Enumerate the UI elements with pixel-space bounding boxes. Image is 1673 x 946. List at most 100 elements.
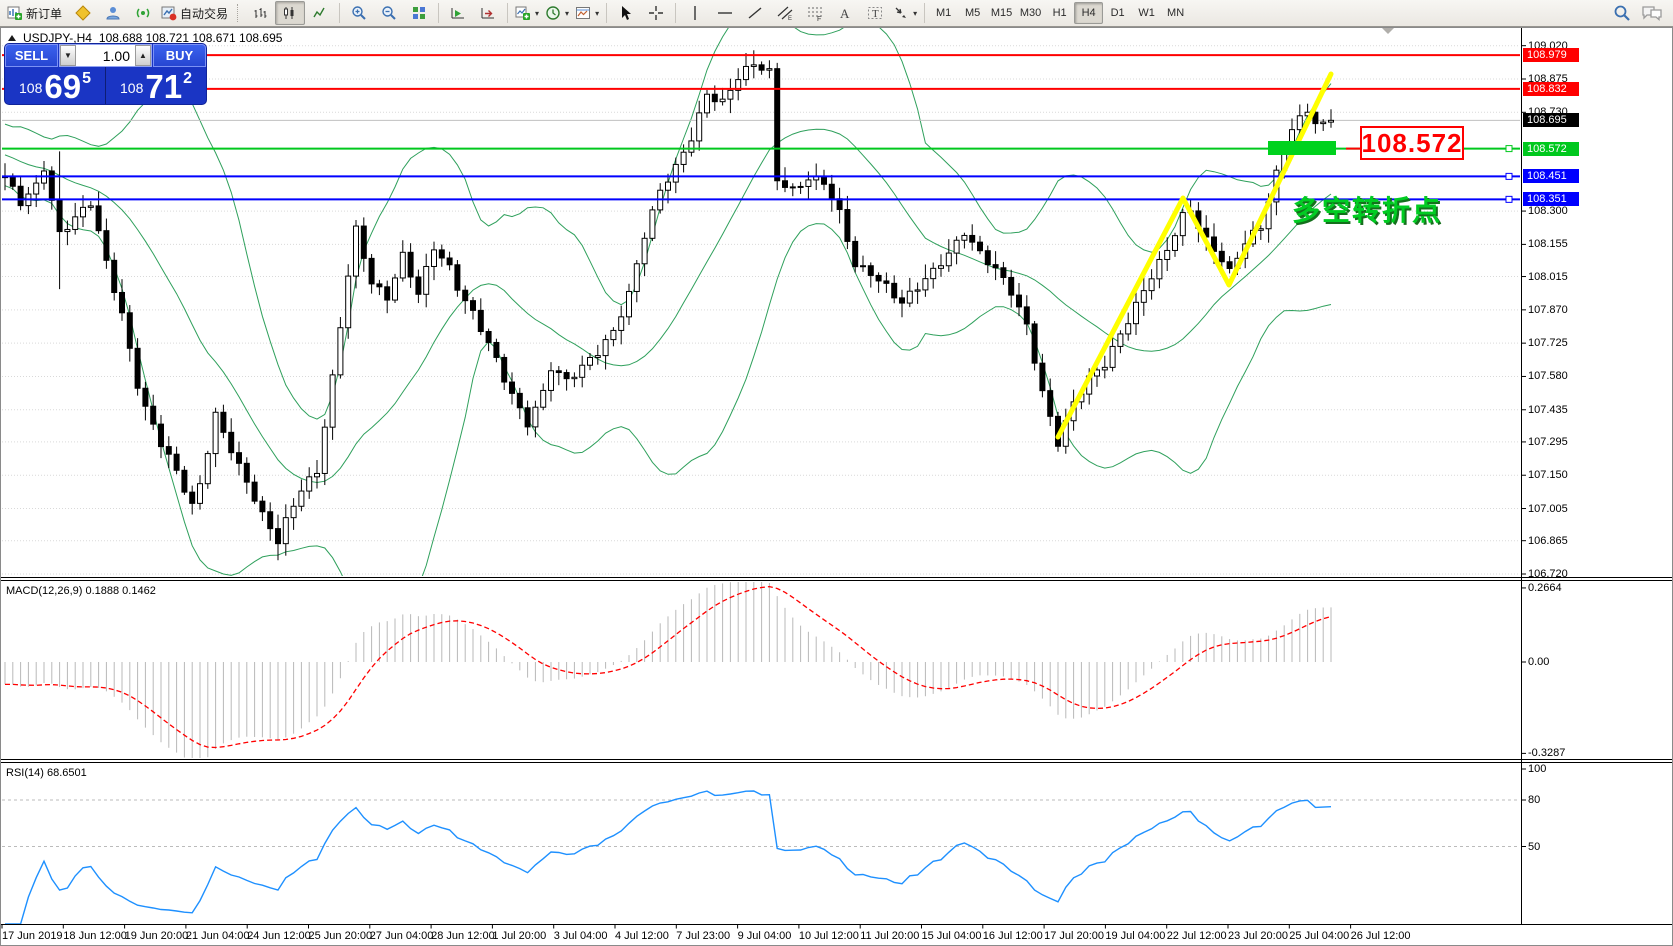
crosshair-button[interactable] (641, 1, 671, 25)
candle (81, 207, 86, 216)
candle (73, 217, 78, 230)
timeframe-m1[interactable]: M1 (929, 2, 958, 24)
timeframe-h1[interactable]: H1 (1045, 2, 1074, 24)
text-button[interactable]: A (830, 1, 860, 25)
metaeditor-button[interactable] (68, 1, 98, 25)
buy-button[interactable]: BUY (153, 44, 206, 67)
volume-increase-button[interactable]: ▲ (135, 45, 151, 66)
toolbar-separator (507, 3, 508, 23)
candle (627, 291, 632, 316)
signals-button[interactable] (128, 1, 158, 25)
dock-arrow-icon[interactable] (1382, 28, 1394, 34)
candle (666, 182, 671, 190)
periods-button[interactable]: ▾ (542, 1, 572, 25)
candle (1048, 391, 1053, 417)
price-label-box[interactable]: 108.572 (1360, 126, 1464, 160)
arrows-button[interactable]: ▾ (890, 1, 920, 25)
sell-price[interactable]: 108 69 5 (5, 67, 105, 104)
volume-input[interactable]: 1.00 (76, 45, 135, 66)
ohlc-values: 108.688 108.721 108.671 108.695 (99, 31, 283, 45)
timeframe-d1[interactable]: D1 (1103, 2, 1132, 24)
toolbar: 新订单 自动交易 ▾ ▾ (0, 0, 1673, 27)
one-click-expander-icon[interactable] (8, 35, 16, 41)
equidistant-channel-icon: E (777, 5, 793, 21)
candle (135, 348, 140, 388)
turning-point-text[interactable]: 多空转折点 (1292, 189, 1442, 229)
equidistant-channel-button[interactable]: E (770, 1, 800, 25)
search-icon[interactable] (1613, 4, 1631, 22)
chat-icon[interactable] (1641, 4, 1663, 22)
candle (252, 482, 257, 501)
candle (946, 253, 951, 266)
text-icon: A (837, 5, 853, 21)
volume-decrease-button[interactable]: ▼ (60, 45, 76, 66)
candle (439, 250, 444, 258)
candle (34, 183, 39, 194)
chart-shift-button[interactable] (473, 1, 503, 25)
candle (127, 313, 132, 349)
candle (408, 252, 413, 277)
candle (915, 290, 920, 291)
green-highlight-rect[interactable] (1268, 141, 1336, 155)
line-handle[interactable] (1506, 146, 1512, 152)
candle (400, 252, 405, 278)
zoom-in-button[interactable] (344, 1, 374, 25)
horizontal-line-button[interactable] (710, 1, 740, 25)
candle (806, 180, 811, 187)
buy-price[interactable]: 108 71 2 (105, 67, 206, 104)
candle (517, 393, 522, 407)
line-handle[interactable] (1506, 173, 1512, 179)
candlestick-chart-button[interactable] (275, 1, 305, 25)
candle (861, 266, 866, 267)
zoom-out-icon (381, 5, 397, 21)
vertical-line-button[interactable] (680, 1, 710, 25)
candle (159, 424, 164, 446)
community-button[interactable] (98, 1, 128, 25)
autotrading-button[interactable]: 自动交易 (158, 1, 234, 25)
auto-scroll-button[interactable] (443, 1, 473, 25)
candle (650, 210, 655, 238)
timeframe-h4[interactable]: H4 (1074, 2, 1103, 24)
candle (720, 99, 725, 102)
candle (923, 279, 928, 290)
candle (767, 69, 772, 71)
timeframe-w1[interactable]: W1 (1132, 2, 1161, 24)
candle (229, 432, 234, 452)
bar-chart-button[interactable] (245, 1, 275, 25)
new-order-button[interactable]: 新订单 (4, 1, 68, 25)
line-chart-button[interactable] (305, 1, 335, 25)
candle (611, 330, 616, 339)
candle (892, 283, 897, 298)
candle (1258, 229, 1263, 231)
candle (1001, 268, 1006, 278)
candle (642, 238, 647, 263)
candle (182, 470, 187, 492)
toolbar-separator (675, 3, 676, 23)
indicators-button[interactable]: ▾ (512, 1, 542, 25)
sell-button[interactable]: SELL (5, 44, 58, 67)
timeframe-m15[interactable]: M15 (987, 2, 1016, 24)
candle (299, 491, 304, 506)
fibonacci-button[interactable]: F (800, 1, 830, 25)
rsi-indicator-label: RSI(14) 68.6501 (6, 767, 87, 779)
candle (151, 406, 156, 424)
cursor-button[interactable] (611, 1, 641, 25)
timeframe-mn[interactable]: MN (1161, 2, 1190, 24)
templates-button[interactable]: ▾ (572, 1, 602, 25)
text-label-button[interactable]: T (860, 1, 890, 25)
candle (728, 90, 733, 99)
svg-text:A: A (840, 6, 850, 21)
line-handle[interactable] (1506, 196, 1512, 202)
candle (1032, 324, 1037, 363)
candle (377, 284, 382, 287)
autotrading-label: 自动交易 (180, 5, 231, 22)
candle (1017, 295, 1022, 307)
timeframe-m5[interactable]: M5 (958, 2, 987, 24)
zoom-out-button[interactable] (374, 1, 404, 25)
timeframe-m30[interactable]: M30 (1016, 2, 1045, 24)
signals-icon (135, 5, 151, 21)
trendline-button[interactable] (740, 1, 770, 25)
tile-windows-button[interactable] (404, 1, 434, 25)
candle (689, 141, 694, 152)
crosshair-icon (648, 5, 664, 21)
